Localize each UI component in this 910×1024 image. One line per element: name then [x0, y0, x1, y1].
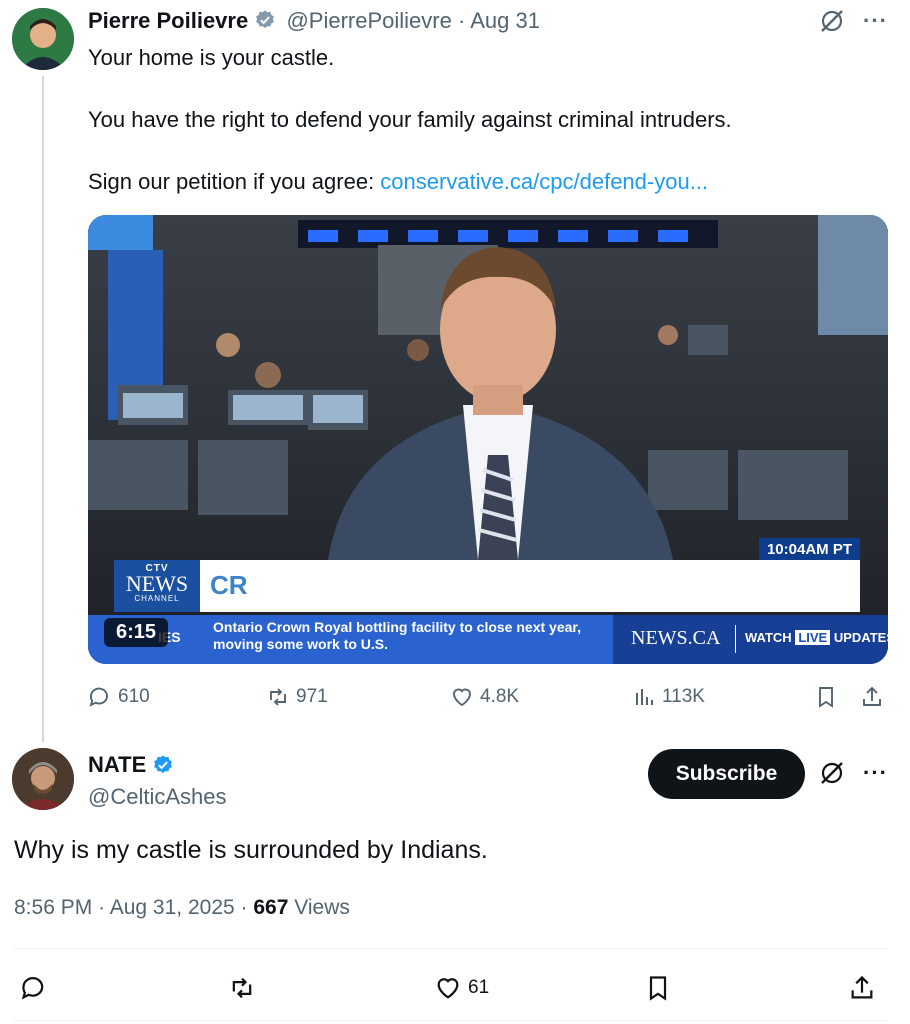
reply-handle[interactable]: @CelticAshes: [88, 784, 227, 810]
parent-author-name[interactable]: Pierre Poilievre: [88, 8, 248, 33]
reply-date[interactable]: Aug 31, 2025: [110, 896, 235, 919]
reply-text: Why is my castle is surrounded by Indian…: [14, 836, 488, 864]
repost-icon: [232, 977, 252, 999]
ticker-headline-line-1: Ontario Crown Royal bottling facility to…: [213, 619, 581, 635]
reply-author-name[interactable]: NATE: [88, 752, 146, 778]
video-duration: 6:15: [104, 618, 169, 647]
bookmark-button[interactable]: [814, 685, 838, 709]
live-tag: LIVE: [795, 630, 831, 645]
bookmark-icon: [819, 687, 833, 708]
divider: [14, 1020, 888, 1021]
bookmark-icon: [649, 976, 667, 1001]
tweet-text-line-2: You have the right to defend your family…: [88, 107, 732, 132]
share-icon: [851, 975, 873, 999]
reply-views-count: 667: [253, 896, 289, 919]
logo-main: NEWS: [125, 571, 189, 596]
like-count: 4.8K: [480, 686, 520, 707]
ticker-divider: [735, 625, 736, 653]
reply-top-icons: ···: [819, 760, 888, 786]
like-icon: [437, 978, 459, 999]
ticker-branding: NEWS.CA WATCH LIVE UPDATES: [613, 615, 888, 664]
watch-prefix: WATCH: [745, 630, 792, 645]
reply-button[interactable]: [20, 974, 48, 1002]
parent-header: Pierre Poilievre @PierrePoilievre · Aug …: [88, 8, 540, 34]
video-player[interactable]: 10:04AM PT CTV NEWS CHANNEL CR IES Ontar…: [88, 215, 888, 664]
reply-like-count: 61: [468, 977, 490, 998]
reply-avatar[interactable]: [12, 748, 74, 810]
views-icon: [636, 689, 653, 705]
grok-icon[interactable]: [819, 8, 845, 34]
subscribe-button[interactable]: Subscribe: [648, 749, 805, 799]
parent-date[interactable]: Aug 31: [470, 8, 540, 33]
broadcast-clock: 10:04AM PT: [758, 538, 860, 561]
ctv-news-channel-logo: CTV NEWS CHANNEL: [114, 560, 200, 612]
reply-metadata: 8:56 PM · Aug 31, 2025 · 667 Views: [14, 896, 350, 919]
ticker-headline-line-2: moving some work to U.S.: [213, 636, 389, 652]
like-button[interactable]: 4.8K: [450, 685, 519, 709]
parent-avatar[interactable]: [12, 8, 74, 70]
repost-icon: [270, 688, 286, 706]
lower-third-text: CR: [210, 570, 248, 600]
share-icon: [863, 686, 881, 706]
ctv-news-ca-logo: NEWS.CA: [631, 627, 721, 649]
share-button[interactable]: [848, 974, 876, 1002]
reply-views-label: Views: [294, 896, 350, 919]
views-button[interactable]: 113K: [632, 685, 705, 709]
reply-time[interactable]: 8:56 PM: [14, 896, 92, 919]
watch-suffix: UPDATES: [833, 630, 888, 645]
petition-link[interactable]: conservative.ca/cpc/defend-you...: [380, 169, 708, 194]
bookmark-button[interactable]: [644, 974, 672, 1002]
tweet-text-line-1: Your home is your castle.: [88, 45, 335, 70]
header-separator: ·: [457, 8, 466, 33]
ticker-headline: Ontario Crown Royal bottling facility to…: [213, 619, 581, 653]
share-button[interactable]: [860, 685, 884, 709]
petition-prompt: Sign our petition if you agree:: [88, 169, 381, 194]
reply-count: 610: [118, 686, 150, 707]
reply-icon: [21, 977, 44, 1000]
views-count: 113K: [662, 686, 705, 707]
tweet-text-line-3: Sign our petition if you agree: conserva…: [88, 168, 708, 196]
reply-action-bar: 61: [20, 974, 890, 1004]
repost-button[interactable]: 971: [266, 685, 328, 709]
like-icon: [453, 688, 471, 707]
watch-live-updates: WATCH LIVE UPDATES: [745, 630, 888, 645]
reply-author-name-row: NATE: [88, 752, 174, 778]
thread-connector-line: [42, 76, 44, 742]
repost-button[interactable]: [228, 974, 256, 1002]
reply-button[interactable]: 610: [88, 685, 150, 709]
verified-blue-badge-icon: [154, 755, 173, 773]
lower-third-banner: CTV NEWS CHANNEL CR: [114, 560, 860, 612]
reply-icon: [89, 687, 108, 707]
like-button[interactable]: 61: [434, 974, 489, 1002]
parent-handle[interactable]: @PierrePoilievre: [286, 8, 451, 33]
divider: [14, 948, 888, 949]
more-icon[interactable]: ···: [863, 760, 888, 786]
more-icon[interactable]: ···: [863, 8, 888, 34]
news-ticker: IES Ontario Crown Royal bottling facilit…: [88, 615, 888, 664]
repost-count: 971: [296, 686, 328, 707]
grok-icon[interactable]: [819, 760, 845, 786]
parent-action-bar: 610 971 4.8K 113K: [88, 685, 888, 715]
parent-top-icons: ···: [819, 8, 888, 34]
verified-gray-badge-icon: [256, 10, 275, 28]
